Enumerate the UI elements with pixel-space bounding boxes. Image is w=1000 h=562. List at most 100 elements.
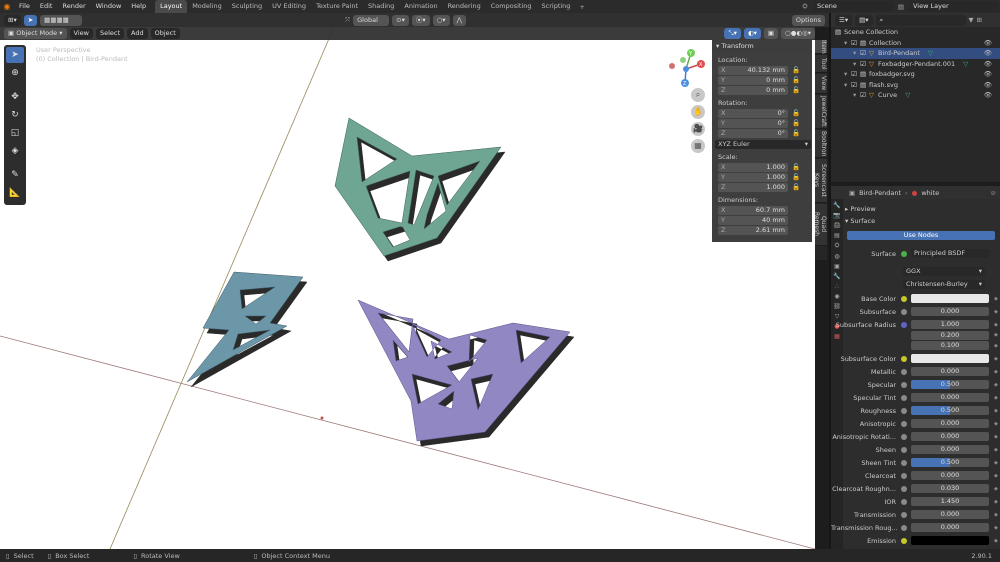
options-dropdown[interactable]: Options bbox=[791, 14, 825, 26]
prop-value-field[interactable]: 0.500 bbox=[911, 406, 989, 415]
keyframe-dot-icon[interactable]: ◆ bbox=[994, 395, 998, 401]
visibility-eye-icon[interactable]: 👁 bbox=[984, 60, 992, 68]
prop-value-field[interactable]: 0.000 bbox=[911, 393, 989, 402]
modifier-tab-icon[interactable]: 🔧 bbox=[833, 273, 840, 280]
measure-tool[interactable]: 📐 bbox=[6, 185, 24, 201]
scale-tool[interactable]: ◱ bbox=[6, 125, 24, 141]
keyframe-dot-icon[interactable]: ◆ bbox=[994, 525, 998, 531]
prop-value-field[interactable]: 0.000 bbox=[911, 419, 989, 428]
keyframe-dot-icon[interactable]: ◆ bbox=[994, 447, 998, 453]
socket-icon[interactable] bbox=[901, 524, 907, 531]
keyframe-dot-icon[interactable]: ◆ bbox=[994, 369, 998, 375]
socket-icon[interactable] bbox=[901, 472, 907, 479]
overlay-toggle[interactable]: ◐▾ bbox=[743, 28, 761, 39]
outliner-row[interactable]: ▾ ☑ ▤ flash.svg 👁 bbox=[831, 80, 1000, 91]
side-tab-item[interactable]: Item bbox=[815, 40, 827, 54]
socket-icon[interactable] bbox=[901, 498, 907, 505]
outliner-row[interactable]: ▾ ☑ ▽ Curve ▽ 👁 bbox=[831, 90, 1000, 101]
lock-icon[interactable]: 🔓 bbox=[792, 109, 800, 117]
rotation-z-field[interactable]: Z 0° bbox=[718, 128, 788, 138]
side-tab-quad-remesh[interactable]: Quad Remesh bbox=[813, 204, 827, 246]
outliner-row[interactable]: ▾ ☑ ▤ Collection 👁 bbox=[831, 38, 1000, 49]
pan-icon[interactable]: ✋ bbox=[691, 105, 705, 119]
keyframe-dot-icon[interactable]: ◆ bbox=[994, 296, 998, 302]
lock-icon[interactable]: 🔓 bbox=[792, 163, 800, 171]
keyframe-dot-icon[interactable]: ◆ bbox=[994, 343, 998, 349]
workspace-tab-scripting[interactable]: Scripting bbox=[537, 0, 576, 13]
transform-header[interactable]: ▾ Transform bbox=[712, 40, 812, 52]
view-layer-selector[interactable]: View Layer bbox=[909, 1, 999, 12]
socket-icon[interactable] bbox=[901, 407, 907, 414]
preview-panel-header[interactable]: ▸ Preview bbox=[845, 203, 876, 215]
location-z-field[interactable]: Z 0 mm bbox=[718, 85, 788, 95]
workspace-tab-texture-paint[interactable]: Texture Paint bbox=[311, 0, 363, 13]
keyframe-dot-icon[interactable]: ◆ bbox=[994, 356, 998, 362]
menu-edit[interactable]: Edit bbox=[35, 0, 58, 13]
select-mode-buttons[interactable]: ▦▦▦▦ bbox=[40, 14, 83, 26]
keyframe-dot-icon[interactable]: ◆ bbox=[994, 434, 998, 440]
lock-icon[interactable]: 🔓 bbox=[792, 183, 800, 191]
use-nodes-button[interactable]: Use Nodes bbox=[847, 231, 995, 240]
navigation-gizmo[interactable]: X Y Z bbox=[663, 47, 709, 93]
lock-icon[interactable]: 🔓 bbox=[792, 129, 800, 137]
socket-icon[interactable] bbox=[901, 381, 907, 388]
outliner-row[interactable]: ▤ Scene Collection bbox=[831, 27, 1000, 38]
keyframe-dot-icon[interactable]: ◆ bbox=[994, 538, 998, 544]
socket-icon[interactable] bbox=[901, 420, 907, 427]
socket-icon[interactable] bbox=[901, 308, 907, 315]
visibility-eye-icon[interactable]: 👁 bbox=[984, 39, 992, 47]
prop-value-field[interactable]: 1.450 bbox=[911, 497, 989, 506]
prop-value-field[interactable]: 0.000 bbox=[911, 523, 989, 532]
shading-modes[interactable]: ○●◐◎▾ bbox=[781, 28, 815, 39]
socket-icon[interactable] bbox=[901, 433, 907, 440]
rotation-x-field[interactable]: X 0° bbox=[718, 108, 788, 118]
object-tab-icon[interactable]: ▣ bbox=[834, 263, 840, 270]
expand-arrow-icon[interactable]: ▾ bbox=[853, 49, 860, 57]
new-collection-icon[interactable]: ⊞ bbox=[977, 16, 982, 24]
workspace-tab-modeling[interactable]: Modeling bbox=[187, 0, 227, 13]
menu-window[interactable]: Window bbox=[91, 0, 127, 13]
surface-shader-dropdown[interactable]: Principled BSDF bbox=[911, 249, 989, 258]
expand-arrow-icon[interactable]: ▾ bbox=[853, 91, 860, 99]
rotate-tool[interactable]: ↻ bbox=[6, 107, 24, 123]
scene-selector[interactable]: Scene bbox=[813, 1, 893, 12]
keyframe-dot-icon[interactable]: ◆ bbox=[994, 408, 998, 414]
keyframe-dot-icon[interactable]: ◆ bbox=[994, 512, 998, 518]
prop-value-field[interactable] bbox=[911, 536, 989, 545]
socket-icon[interactable] bbox=[901, 459, 907, 466]
keyframe-dot-icon[interactable]: ◆ bbox=[994, 486, 998, 492]
expand-arrow-icon[interactable]: ▾ bbox=[844, 70, 851, 78]
prop-value-field[interactable]: 0.000 bbox=[911, 445, 989, 454]
keyframe-dot-icon[interactable]: ◆ bbox=[994, 421, 998, 427]
object-mode-dropdown[interactable]: ▣ Object Mode ▾ bbox=[4, 28, 67, 39]
view-layer-tab-icon[interactable]: ▤ bbox=[834, 232, 840, 239]
menu-file[interactable]: File bbox=[14, 0, 35, 13]
checkbox-icon[interactable]: ☑ bbox=[851, 81, 860, 89]
lock-icon[interactable]: 🔓 bbox=[792, 76, 800, 84]
checkbox-icon[interactable]: ☑ bbox=[860, 91, 869, 99]
prop-value-field[interactable] bbox=[911, 294, 989, 303]
workspace-tab-compositing[interactable]: Compositing bbox=[486, 0, 537, 13]
fox-pendant[interactable] bbox=[334, 117, 502, 257]
display-mode-dropdown[interactable]: ▤▾ bbox=[855, 14, 873, 26]
visibility-eye-icon[interactable]: 👁 bbox=[984, 49, 992, 57]
socket-icon[interactable] bbox=[901, 321, 907, 328]
socket-icon[interactable] bbox=[901, 537, 907, 544]
visibility-eye-icon[interactable]: 👁 bbox=[984, 81, 992, 89]
cursor-tool[interactable]: ⊕ bbox=[6, 65, 24, 81]
scale-z-field[interactable]: Z 1.000 bbox=[718, 182, 788, 192]
workspace-tab-rendering[interactable]: Rendering bbox=[443, 0, 486, 13]
workspace-tab-animation[interactable]: Animation bbox=[399, 0, 442, 13]
prop-value-field[interactable]: 0.500 bbox=[911, 380, 989, 389]
add-workspace-button[interactable]: + bbox=[575, 3, 588, 11]
bird-pendant[interactable] bbox=[357, 299, 571, 442]
xray-toggle[interactable]: ▣ bbox=[763, 28, 779, 39]
keyframe-dot-icon[interactable]: ◆ bbox=[994, 382, 998, 388]
dimensions-y-field[interactable]: Y 40 mm bbox=[718, 215, 788, 225]
keyframe-dot-icon[interactable]: ◆ bbox=[994, 473, 998, 479]
surface-panel-header[interactable]: ▾ Surface bbox=[845, 215, 876, 227]
menu-render[interactable]: Render bbox=[57, 0, 90, 13]
socket-icon[interactable] bbox=[901, 511, 907, 518]
checkbox-icon[interactable]: ☑ bbox=[860, 49, 869, 57]
outliner-row[interactable]: ▾ ☑ ▽ Foxbadger-Pendant.001 ▽ 👁 bbox=[831, 59, 1000, 70]
